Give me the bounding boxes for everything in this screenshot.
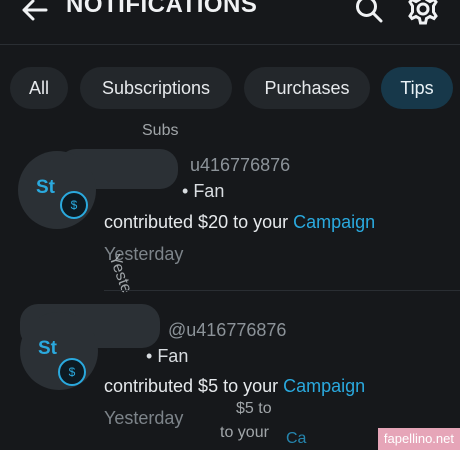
user-role-label: Fan — [193, 181, 225, 201]
ghost-text: Ca — [286, 430, 307, 447]
notification-item[interactable]: St $ @u416776876 • Fan contributed $5 to… — [0, 300, 460, 447]
tab-purchases[interactable]: Purchases — [244, 67, 370, 109]
ghost-text: Subs — [142, 122, 179, 139]
gear-icon[interactable] — [406, 0, 440, 26]
divider — [104, 290, 460, 291]
avatar-initials: St — [36, 177, 55, 198]
search-icon[interactable] — [354, 0, 384, 24]
avatar-initials: St — [38, 338, 57, 359]
page-title: NOTIFICATIONS — [66, 0, 258, 18]
timestamp: Yesterday — [104, 408, 184, 428]
campaign-link[interactable]: Campaign — [293, 212, 375, 232]
tip-badge-icon: $ — [58, 358, 86, 386]
user-handle[interactable]: @u416776876 — [168, 320, 286, 341]
notification-message: contributed $5 to your Campaign — [104, 376, 365, 397]
ghost-text: $5 to — [236, 400, 272, 417]
user-role-label: Fan — [157, 346, 189, 366]
user-role: • Fan — [182, 181, 225, 201]
watermark: fapellino.net — [377, 428, 460, 450]
tab-subscriptions[interactable]: Subscriptions — [80, 67, 232, 109]
notification-item[interactable]: St $ u416776876 • Fan contributed $20 to… — [0, 115, 460, 295]
filter-tabs: All Subscriptions Purchases Tips — [0, 67, 460, 109]
notification-message: contributed $20 to your Campaign — [104, 212, 375, 233]
message-text: contributed $20 to your — [104, 212, 289, 232]
app-header: NOTIFICATIONS — [0, 0, 460, 44]
tab-all[interactable]: All — [10, 67, 68, 109]
tab-tips[interactable]: Tips — [381, 67, 453, 109]
header-divider — [0, 44, 460, 45]
tip-badge-icon: $ — [60, 191, 88, 219]
user-role: • Fan — [146, 346, 189, 366]
arrow-left-icon[interactable] — [18, 0, 50, 26]
ghost-text: to your — [220, 424, 269, 441]
message-text: contributed $5 to your — [104, 376, 279, 396]
user-handle[interactable]: u416776876 — [190, 155, 290, 176]
campaign-link[interactable]: Campaign — [283, 376, 365, 396]
avatar[interactable]: St — [18, 151, 96, 229]
